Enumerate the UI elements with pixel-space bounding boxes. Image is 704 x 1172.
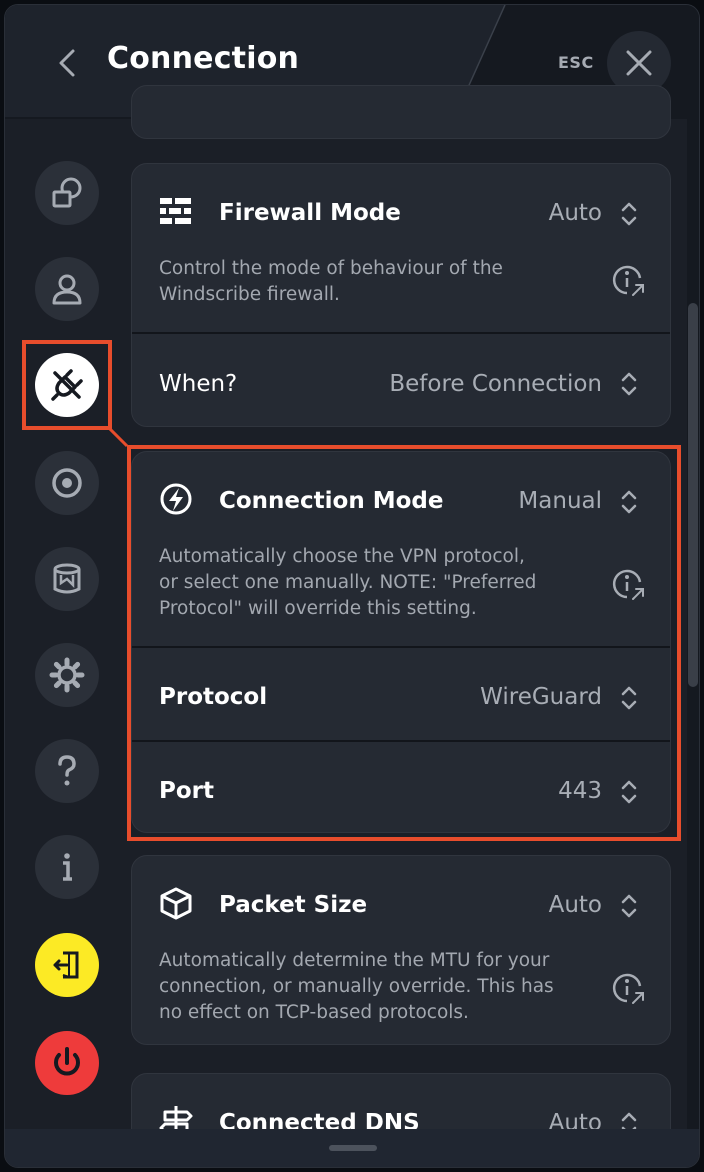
sidebar-item-about[interactable] bbox=[35, 835, 99, 899]
firewall-description: Control the mode of behaviour of the Win… bbox=[159, 258, 503, 305]
firewall-mode-value[interactable]: Auto bbox=[549, 200, 602, 226]
sidebar-item-help[interactable] bbox=[35, 739, 99, 803]
when-label: When? bbox=[159, 371, 238, 397]
plug-icon bbox=[51, 369, 83, 401]
divider bbox=[132, 332, 670, 334]
firewall-card: Firewall Mode Auto Control the mode of b… bbox=[131, 163, 671, 427]
sidebar-item-advanced[interactable] bbox=[35, 547, 99, 611]
page-title: Connection bbox=[107, 41, 300, 76]
info-icon bbox=[63, 853, 72, 881]
bottom-bar bbox=[5, 1129, 699, 1167]
logout-icon bbox=[53, 951, 79, 979]
packet-size-card: Packet Size Auto Automatically determine… bbox=[131, 855, 671, 1045]
sidebar-item-general[interactable] bbox=[35, 161, 99, 225]
database-icon bbox=[53, 563, 81, 594]
power-icon bbox=[54, 1047, 80, 1076]
firewall-icon bbox=[160, 198, 191, 224]
user-icon bbox=[52, 274, 82, 305]
chevron-updown-icon[interactable] bbox=[620, 892, 638, 920]
question-icon bbox=[58, 755, 76, 786]
chevron-updown-icon[interactable] bbox=[620, 370, 638, 398]
cube-icon bbox=[160, 887, 192, 920]
when-value[interactable]: Before Connection bbox=[389, 371, 602, 397]
info-link-icon[interactable] bbox=[612, 972, 646, 1006]
info-link-icon[interactable] bbox=[612, 264, 646, 298]
sidebar-item-robert[interactable] bbox=[35, 451, 99, 515]
robert-icon bbox=[52, 468, 82, 498]
settings-window: Connection ESC Firewall Mode Auto Contro… bbox=[4, 4, 700, 1168]
packet-size-value[interactable]: Auto bbox=[549, 892, 602, 918]
sidebar-item-quit[interactable] bbox=[35, 1031, 99, 1095]
firewall-mode-title: Firewall Mode bbox=[219, 200, 401, 226]
gear-icon bbox=[49, 657, 85, 693]
sidebar-item-logout[interactable] bbox=[35, 933, 99, 997]
resize-handle[interactable] bbox=[329, 1145, 377, 1151]
general-settings-icon bbox=[52, 177, 82, 208]
scrollbar-thumb[interactable] bbox=[688, 303, 698, 687]
close-icon bbox=[626, 50, 652, 76]
previous-card bbox=[131, 85, 671, 139]
back-button[interactable] bbox=[49, 43, 85, 83]
sidebar-item-connection[interactable] bbox=[35, 353, 99, 417]
packet-size-description: Automatically determine the MTU for your… bbox=[159, 950, 554, 1023]
connection-mode-highlight-box bbox=[127, 445, 681, 841]
chevron-left-icon bbox=[59, 49, 75, 77]
sidebar-item-account[interactable] bbox=[35, 257, 99, 321]
chevron-updown-icon[interactable] bbox=[620, 200, 638, 228]
sidebar-item-preferences[interactable] bbox=[35, 643, 99, 707]
packet-size-title: Packet Size bbox=[219, 892, 368, 918]
esc-label: ESC bbox=[558, 53, 594, 72]
